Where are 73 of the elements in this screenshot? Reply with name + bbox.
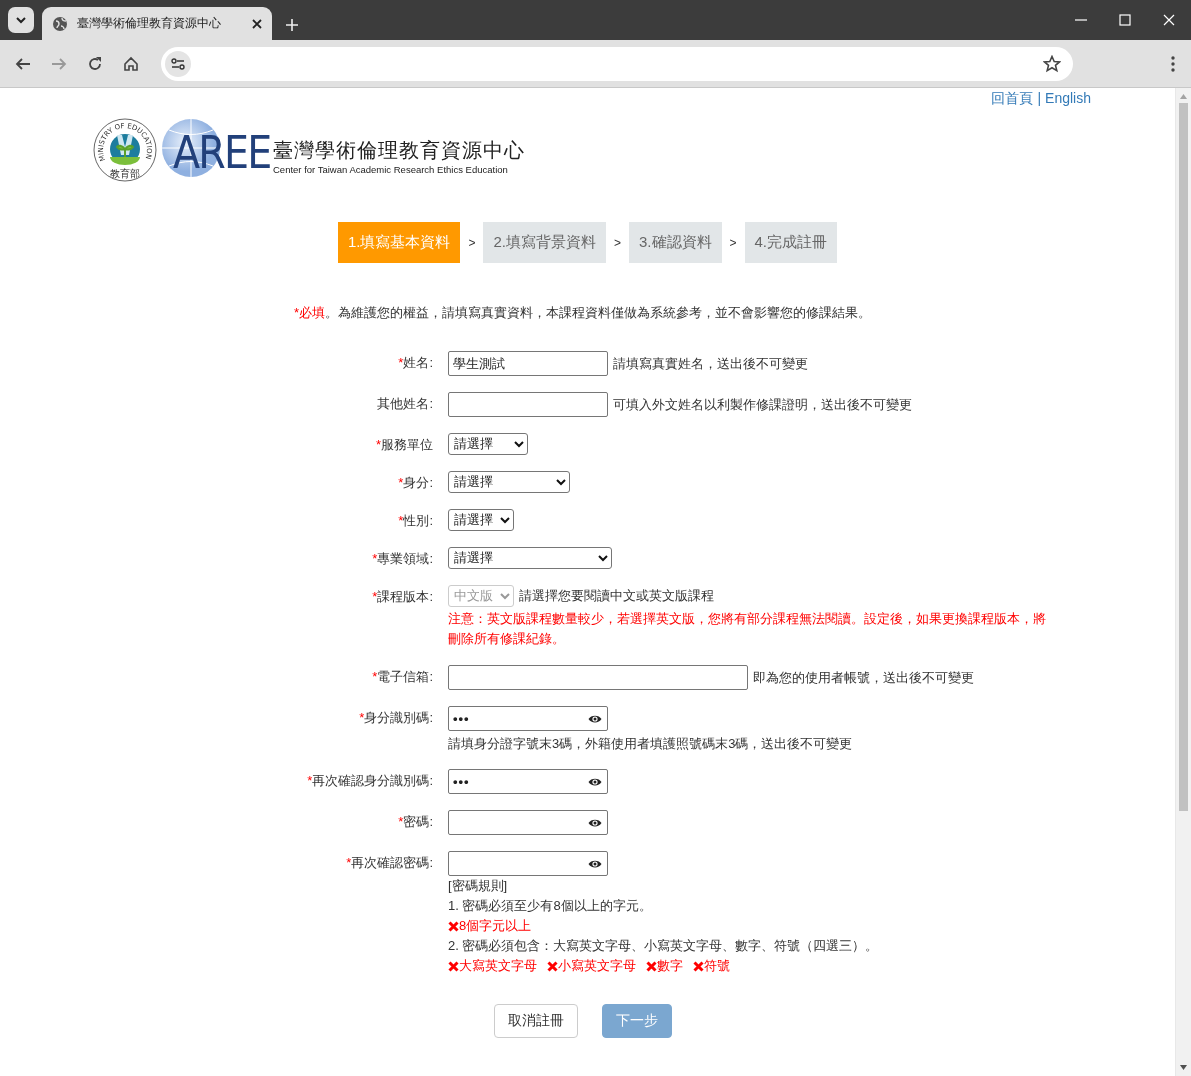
field-hint: 請填身分證字號末3碼，外籍使用者填護照號碼末3碼，送出後不可變更 — [448, 735, 853, 753]
field-label: *電子信箱: — [371, 668, 433, 686]
close-icon[interactable] — [252, 18, 262, 29]
field-label: *專業領域: — [371, 550, 433, 568]
dropdown[interactable]: 請選擇 — [448, 471, 570, 493]
field-hint: 可填入外文姓名以利製作修課證明，送出後不可變更 — [613, 395, 912, 414]
eye-icon[interactable] — [588, 817, 602, 828]
caret-icon — [15, 16, 27, 24]
field-label: *再次確認身分識別碼: — [306, 772, 433, 790]
eye-icon[interactable] — [588, 858, 602, 869]
header-link[interactable]: English — [1045, 89, 1091, 107]
site-subtitle: Center for Taiwan Academic Research Ethics Education — [273, 163, 509, 177]
rules-title: [密碼規則] — [448, 877, 508, 895]
rule-check-label: 小寫英文字母 — [558, 957, 636, 975]
field-label: *服務單位 — [374, 436, 433, 454]
password-field[interactable]: ••• — [448, 769, 608, 794]
header-link[interactable]: 回首頁 — [991, 89, 1034, 107]
field-hint: 請選擇您要閱讀中文或英文版課程 — [519, 587, 714, 605]
home-icon[interactable] — [123, 55, 139, 72]
field-label: *課程版本: — [371, 588, 433, 606]
dropdown[interactable]: 請選擇 — [448, 433, 528, 455]
field-hint: 即為您的使用者帳號，送出後不可變更 — [753, 668, 974, 687]
scrollbar-thumb[interactable] — [1179, 103, 1188, 811]
caret-icon — [500, 592, 510, 600]
field-label: 其他姓名: — [376, 395, 433, 413]
globe-icon — [52, 15, 68, 32]
back-icon[interactable] — [15, 55, 31, 72]
password-field[interactable] — [448, 851, 608, 876]
step-separator: > — [614, 235, 621, 250]
rule-check-label: 符號 — [704, 957, 730, 975]
site-settings-icon[interactable] — [165, 50, 191, 77]
maximize-icon[interactable] — [1119, 14, 1131, 26]
scroll-down-icon[interactable] — [1179, 1063, 1188, 1072]
step-separator: > — [729, 235, 737, 250]
rule-text: 1. 密碼必須至少有8個以上的字元。 — [448, 897, 652, 915]
dropdown[interactable]: 請選擇 — [448, 509, 514, 531]
browser-tab[interactable]: 臺灣學術倫理教育資源中心 — [42, 7, 272, 40]
eye-icon[interactable] — [588, 776, 602, 787]
warning-text: 注意：英文版課程數量較少，若選擇英文版，您將有部分課程無法閱讀。設定後，如果更換課程版本，將刪除所有修課紀錄。 — [448, 610, 1047, 648]
field-label: *再次確認密碼: — [345, 854, 433, 872]
rule-check-label: 大寫英文字母 — [459, 957, 537, 975]
dropdown[interactable]: 請選擇 — [448, 547, 612, 569]
caret-icon — [514, 440, 524, 448]
menu-icon[interactable] — [1171, 55, 1175, 72]
caret-icon — [556, 478, 566, 486]
tab-list-button[interactable] — [8, 7, 34, 33]
field-label: *性別: — [397, 512, 433, 530]
link-separator: | — [1037, 89, 1042, 107]
required-notice: *必填。為維護您的權益，請填寫真實資料，本課程資料僅做為系統參考，並不會影響您的修課結果。 — [293, 305, 872, 321]
text-field[interactable] — [448, 665, 748, 690]
password-field[interactable] — [448, 810, 608, 835]
bookmark-star-icon[interactable] — [1043, 54, 1061, 73]
site-title: 臺灣學術倫理教育資源中心 — [273, 138, 525, 163]
step-separator: > — [468, 235, 476, 250]
rule-text: 2. 密碼必須包含：大寫英文字母、小寫英文字母、數字、符號（四選三）。 — [448, 937, 879, 955]
field-label: *密碼: — [397, 813, 433, 831]
rule-check-label: 8個字元以上 — [459, 917, 532, 935]
text-field[interactable] — [448, 392, 608, 417]
eye-icon[interactable] — [588, 713, 602, 724]
field-label: *姓名: — [397, 354, 433, 372]
rule-check-label: 數字 — [657, 957, 683, 975]
caret-icon — [500, 516, 510, 524]
scrollbar[interactable] — [1175, 88, 1191, 1076]
tab-title: 臺灣學術倫理教育資源中心 — [77, 15, 222, 32]
cancel-button[interactable]: 取消註冊 — [493, 1004, 578, 1038]
text-field[interactable]: 學生測試 — [448, 351, 608, 376]
field-label: *身分識別碼: — [358, 709, 433, 727]
new-tab-icon[interactable] — [286, 19, 298, 31]
reload-icon[interactable] — [87, 55, 103, 72]
field-label: *身分: — [397, 474, 433, 492]
caret-icon — [598, 554, 608, 562]
password-field[interactable]: ••• — [448, 706, 608, 731]
field-hint: 請填寫真實姓名，送出後不可變更 — [613, 354, 808, 373]
